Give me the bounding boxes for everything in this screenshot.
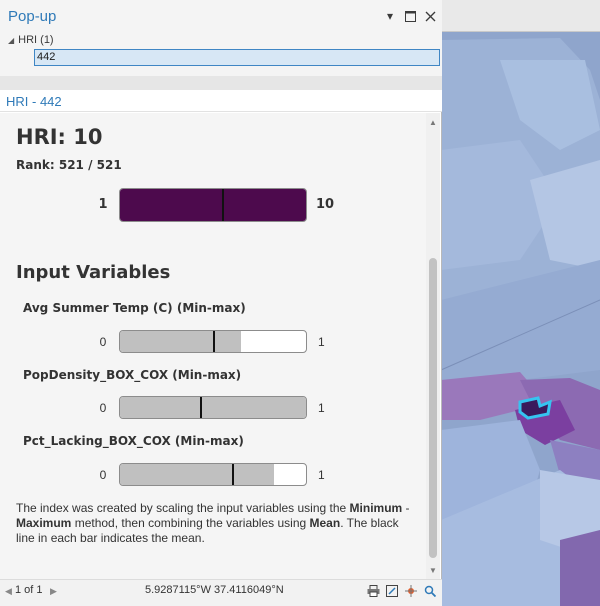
- variable-mean-marker: [231, 464, 234, 485]
- variable-min-pctlacking: 0: [99, 468, 107, 482]
- variable-min-temp: 0: [99, 335, 107, 349]
- input-variables-heading: Input Variables: [16, 262, 171, 283]
- maximize-icon[interactable]: [402, 8, 418, 24]
- variable-bar-temp: [119, 330, 307, 353]
- desc-text: -: [402, 501, 410, 515]
- page-indicator: 1 of 1: [15, 584, 43, 596]
- close-icon[interactable]: [422, 8, 438, 24]
- zoom-to-icon[interactable]: [422, 583, 438, 599]
- desc-text: The index was created by scaling the inp…: [16, 501, 350, 515]
- variable-label-popdensity: PopDensity_BOX_COX (Min-max): [23, 368, 242, 382]
- desc-bold-maximum: Maximum: [16, 516, 72, 530]
- tree-group-label: HRI (1): [18, 34, 54, 46]
- coordinate-readout: 5.9287115°W 37.4116049°N: [145, 584, 284, 596]
- hri-scale-bar: [119, 188, 307, 222]
- variable-bar-fill: [120, 397, 306, 418]
- variable-mean-marker: [213, 331, 215, 352]
- popup-tools: [365, 583, 438, 599]
- variable-bar-popdensity: [119, 396, 307, 419]
- print-icon[interactable]: [365, 583, 381, 599]
- variable-bar-fill: [120, 464, 275, 485]
- hri-bar-fill: [120, 189, 306, 221]
- tree-item-selected[interactable]: 442: [34, 49, 440, 66]
- scale-max-label: 10: [316, 197, 335, 212]
- collapse-icon[interactable]: ◢: [8, 36, 14, 45]
- content-scrollbar[interactable]: ▲ ▼: [426, 113, 440, 579]
- variable-max-temp: 1: [318, 335, 325, 349]
- popup-statusbar: ◀ 1 of 1 ▶ 5.9287115°W 37.4116049°N: [0, 579, 442, 606]
- variable-label-temp: Avg Summer Temp (C) (Min-max): [23, 301, 246, 315]
- desc-text: method, then combining the variables usi…: [71, 516, 310, 530]
- popup-titlebar: Pop-up ▾: [0, 0, 442, 32]
- variable-label-pctlacking: Pct_Lacking_BOX_COX (Min-max): [23, 434, 244, 448]
- variable-min-popdensity: 0: [99, 401, 107, 415]
- next-record-icon[interactable]: ▶: [50, 586, 57, 597]
- pane-title: Pop-up: [8, 8, 57, 25]
- previous-record-icon[interactable]: ◀: [5, 586, 12, 597]
- hri-title: HRI: 10: [16, 125, 103, 149]
- variable-max-pctlacking: 1: [318, 468, 325, 482]
- feature-tree: ◢ HRI (1) 442: [0, 32, 442, 76]
- desc-bold-minimum: Minimum: [349, 501, 403, 515]
- splitter[interactable]: [0, 76, 442, 90]
- scroll-thumb[interactable]: [429, 258, 437, 558]
- popup-content: HRI: 10 Rank: 521 / 521 1 10 Input Varia…: [0, 113, 426, 579]
- tree-group-hri[interactable]: ◢ HRI (1): [8, 34, 54, 46]
- variable-max-popdensity: 1: [318, 401, 325, 415]
- export-icon[interactable]: [384, 583, 400, 599]
- desc-bold-mean: Mean: [309, 516, 341, 530]
- popup-pane: Pop-up ▾ ◢ HRI (1) 442 HRI - 442 HRI: 10…: [0, 0, 442, 606]
- flash-icon[interactable]: [403, 583, 419, 599]
- rank-text: Rank: 521 / 521: [16, 158, 122, 172]
- scale-min-label: 1: [98, 197, 108, 212]
- window-controls: ▾: [382, 8, 438, 24]
- hri-mean-marker: [222, 189, 225, 221]
- record-title: HRI - 442: [6, 94, 62, 109]
- variable-mean-marker: [199, 397, 202, 418]
- record-header: HRI - 442: [0, 90, 442, 112]
- method-description: The index was created by scaling the inp…: [16, 501, 411, 546]
- scroll-up-icon[interactable]: ▲: [426, 115, 440, 129]
- pin-icon[interactable]: ▾: [382, 8, 398, 24]
- scroll-down-icon[interactable]: ▼: [426, 563, 440, 577]
- variable-bar-pctlacking: [119, 463, 307, 486]
- map-tabbar: [441, 0, 600, 32]
- variable-bar-fill: [120, 331, 241, 352]
